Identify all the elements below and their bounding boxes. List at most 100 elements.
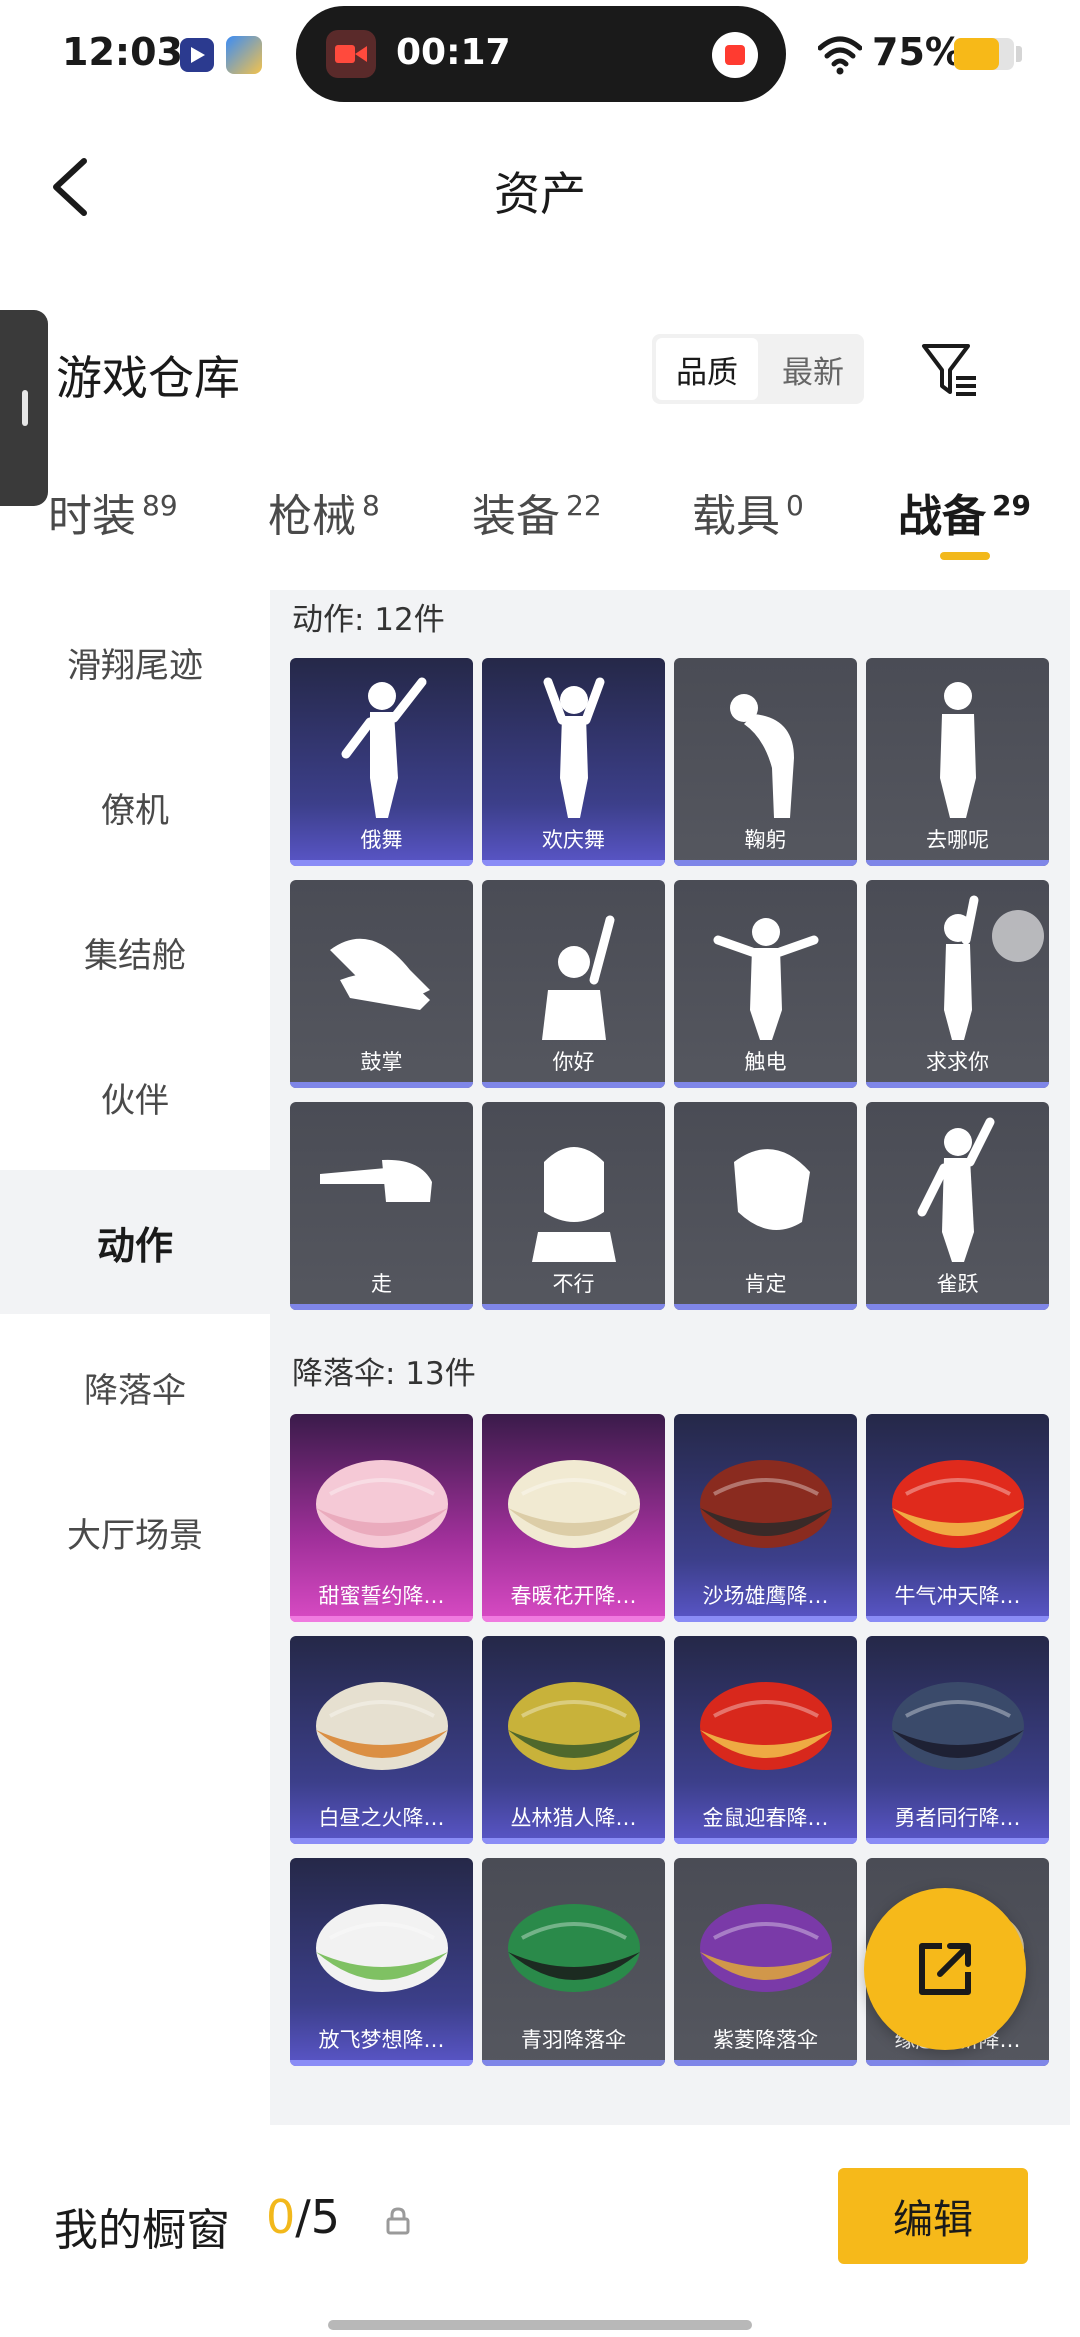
parachute-card[interactable]: 青羽降落伞 <box>482 1858 665 2066</box>
category-lobby-scene[interactable]: 大厅场景 <box>0 1460 270 1604</box>
battery-percent: 75% <box>872 30 963 74</box>
tab-count: 0 <box>786 489 804 523</box>
shock-figure-icon <box>713 918 819 1040</box>
parachute-card[interactable]: 丛林猎人降… <box>482 1636 665 1844</box>
sort-toggle[interactable]: 品质 最新 <box>652 334 864 404</box>
tab-count: 22 <box>566 489 602 523</box>
rarity-strip <box>674 1616 857 1622</box>
sort-quality-option[interactable]: 品质 <box>656 338 758 400</box>
emote-card[interactable]: 鞠躬 <box>674 658 857 866</box>
wave-figure-icon <box>542 915 615 1040</box>
emote-name: 欢庆舞 <box>542 828 605 852</box>
parachute-icon <box>700 1904 832 1992</box>
floating-assist-dot[interactable] <box>992 910 1044 962</box>
category-assembly-pod[interactable]: 集结舱 <box>0 880 270 1024</box>
emote-card[interactable]: 雀跃 <box>866 1102 1049 1310</box>
parachute-icon <box>508 1904 640 1992</box>
emote-card[interactable]: 鼓掌 <box>290 880 473 1088</box>
sort-newest-option[interactable]: 最新 <box>762 334 864 404</box>
beg-figure-icon <box>944 895 979 1040</box>
tab-count: 8 <box>362 489 380 523</box>
emote-card[interactable]: 走 <box>290 1102 473 1310</box>
tab-fashion[interactable]: 时装 89 <box>48 480 178 544</box>
emote-name: 俄舞 <box>360 828 403 852</box>
emote-name: 触电 <box>744 1050 787 1074</box>
bottom-bar: 我的橱窗 0/5 编辑 <box>0 2128 1080 2337</box>
screen-recorder-pill[interactable]: 00:17 <box>296 6 786 102</box>
emote-name: 鞠躬 <box>744 828 787 852</box>
parachute-name: 牛气冲天降… <box>894 1584 1021 1608</box>
rarity-strip <box>866 1838 1049 1844</box>
rarity-strip <box>482 1082 665 1088</box>
parachute-card[interactable]: 放飞梦想降… <box>290 1858 473 2066</box>
battery-level <box>954 38 999 70</box>
status-bar: 12:03 00:17 75% <box>0 0 1080 110</box>
category-parachutes[interactable]: 降落伞 <box>0 1315 270 1459</box>
rarity-strip <box>290 2060 473 2066</box>
rarity-strip <box>866 2060 1049 2066</box>
showcase-count: 0/5 <box>266 2190 340 2244</box>
tab-label: 战备 <box>898 491 986 542</box>
emote-card[interactable]: 你好 <box>482 880 665 1088</box>
stop-record-button[interactable] <box>712 32 758 78</box>
category-glide-trail[interactable]: 滑翔尾迹 <box>0 590 270 734</box>
emote-card[interactable]: 俄舞 <box>290 658 473 866</box>
parachute-icon <box>892 1460 1024 1548</box>
tab-readiness[interactable]: 战备 29 <box>898 480 1031 544</box>
tab-label: 装备 <box>472 491 560 542</box>
rarity-strip <box>482 1838 665 1844</box>
category-companion[interactable]: 伙伴 <box>0 1025 270 1169</box>
yes-head-icon <box>734 1149 810 1230</box>
parachute-name: 放飞梦想降… <box>318 2028 445 2052</box>
tab-weapons[interactable]: 枪械 8 <box>268 480 380 544</box>
parachute-name: 白昼之火降… <box>318 1806 445 1830</box>
cheer-figure-icon <box>917 1117 995 1262</box>
emote-card[interactable]: 去哪呢 <box>866 658 1049 866</box>
record-timer: 00:17 <box>396 32 511 73</box>
parachute-card[interactable]: 牛气冲天降… <box>866 1414 1049 1622</box>
showcase-total: /5 <box>295 2190 341 2244</box>
active-tab-indicator <box>940 552 990 560</box>
rarity-strip <box>482 1616 665 1622</box>
emote-card[interactable]: 触电 <box>674 880 857 1088</box>
no-head-icon <box>532 1147 616 1262</box>
category-emotes[interactable]: 动作 <box>0 1170 270 1314</box>
filter-icon[interactable] <box>918 340 982 400</box>
tab-equipment[interactable]: 装备 22 <box>472 480 602 544</box>
rarity-strip <box>866 860 1049 866</box>
edit-button[interactable]: 编辑 <box>838 2168 1028 2264</box>
home-indicator[interactable] <box>328 2320 752 2330</box>
battery-cap <box>1016 46 1022 62</box>
parachute-card[interactable]: 金鼠迎春降… <box>674 1636 857 1844</box>
parachute-name: 丛林猎人降… <box>510 1806 637 1830</box>
wifi-icon <box>818 36 862 75</box>
parachute-card[interactable]: 勇者同行降… <box>866 1636 1049 1844</box>
side-drawer-handle[interactable] <box>0 310 48 506</box>
parachute-name: 甜蜜誓约降… <box>318 1584 445 1608</box>
rarity-strip <box>674 1082 857 1088</box>
emote-card[interactable]: 肯定 <box>674 1102 857 1310</box>
parachute-icon <box>700 1682 832 1770</box>
parachute-card[interactable]: 白昼之火降… <box>290 1636 473 1844</box>
rarity-strip <box>290 1616 473 1622</box>
rarity-strip <box>674 860 857 866</box>
emote-card[interactable]: 欢庆舞 <box>482 658 665 866</box>
rarity-strip <box>290 1304 473 1310</box>
emote-name: 你好 <box>552 1050 595 1074</box>
parachute-card[interactable]: 春暖花开降… <box>482 1414 665 1622</box>
parachute-name: 青羽降落伞 <box>521 2028 626 2052</box>
parachute-card[interactable]: 紫菱降落伞 <box>674 1858 857 2066</box>
parachute-card[interactable]: 甜蜜誓约降… <box>290 1414 473 1622</box>
emote-card[interactable]: 不行 <box>482 1102 665 1310</box>
category-tabs: 时装 89 枪械 8 装备 22 载具 0 战备 29 <box>0 480 1080 590</box>
share-button[interactable] <box>864 1888 1026 2050</box>
rarity-strip <box>482 1304 665 1310</box>
category-wingman[interactable]: 僚机 <box>0 735 270 879</box>
clap-hands-icon <box>330 938 430 1010</box>
bow-figure-icon <box>730 694 794 818</box>
subcategory-list: 滑翔尾迹 僚机 集结舱 伙伴 动作 降落伞 大厅场景 <box>0 590 270 2120</box>
tab-vehicles[interactable]: 载具 0 <box>692 480 804 544</box>
tab-count: 29 <box>992 489 1031 523</box>
parachute-card[interactable]: 沙场雄鹰降… <box>674 1414 857 1622</box>
emote-name: 求求你 <box>926 1050 989 1074</box>
